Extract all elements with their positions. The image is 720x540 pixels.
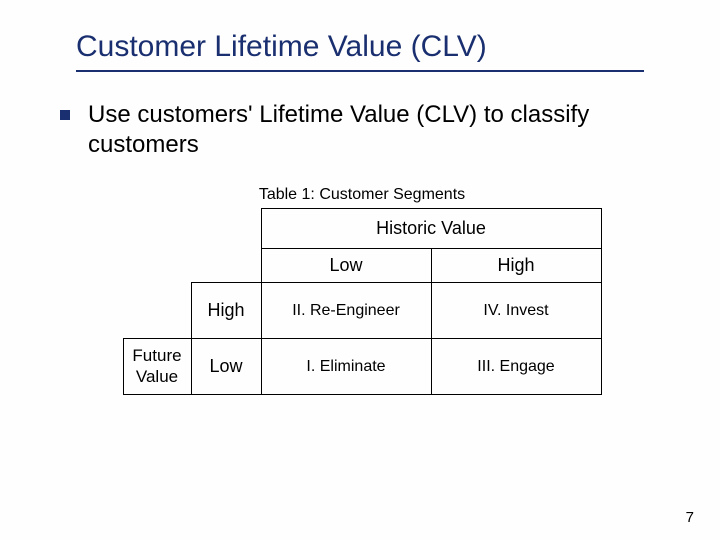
spacer bbox=[191, 249, 261, 283]
bullet-item: Use customers' Lifetime Value (CLV) to c… bbox=[60, 100, 664, 160]
bullet-text: Use customers' Lifetime Value (CLV) to c… bbox=[88, 100, 664, 160]
cell-low-low: I. Eliminate bbox=[261, 339, 431, 395]
spacer bbox=[191, 209, 261, 249]
col-low-header: Low bbox=[261, 249, 431, 283]
spacer bbox=[123, 283, 191, 339]
spacer bbox=[123, 209, 191, 249]
cell-low-high: III. Engage bbox=[431, 339, 601, 395]
row-dimension-header: Future Value bbox=[123, 339, 191, 395]
spacer bbox=[123, 249, 191, 283]
square-bullet-icon bbox=[60, 110, 70, 120]
col-high-header: High bbox=[431, 249, 601, 283]
slide: Customer Lifetime Value (CLV) Use custom… bbox=[0, 0, 720, 540]
cell-high-low: II. Re-Engineer bbox=[261, 283, 431, 339]
segments-table: Historic Value Low High High II. Re-Engi… bbox=[123, 208, 602, 395]
cell-high-high: IV. Invest bbox=[431, 283, 601, 339]
title-underline: Customer Lifetime Value (CLV) bbox=[76, 30, 644, 72]
col-dimension-header: Historic Value bbox=[261, 209, 601, 249]
table-caption: Table 1: Customer Segments bbox=[60, 186, 664, 204]
row-high-header: High bbox=[191, 283, 261, 339]
slide-body: Use customers' Lifetime Value (CLV) to c… bbox=[56, 100, 664, 395]
slide-title: Customer Lifetime Value (CLV) bbox=[76, 30, 644, 64]
row-low-header: Low bbox=[191, 339, 261, 395]
page-number: 7 bbox=[686, 509, 694, 526]
